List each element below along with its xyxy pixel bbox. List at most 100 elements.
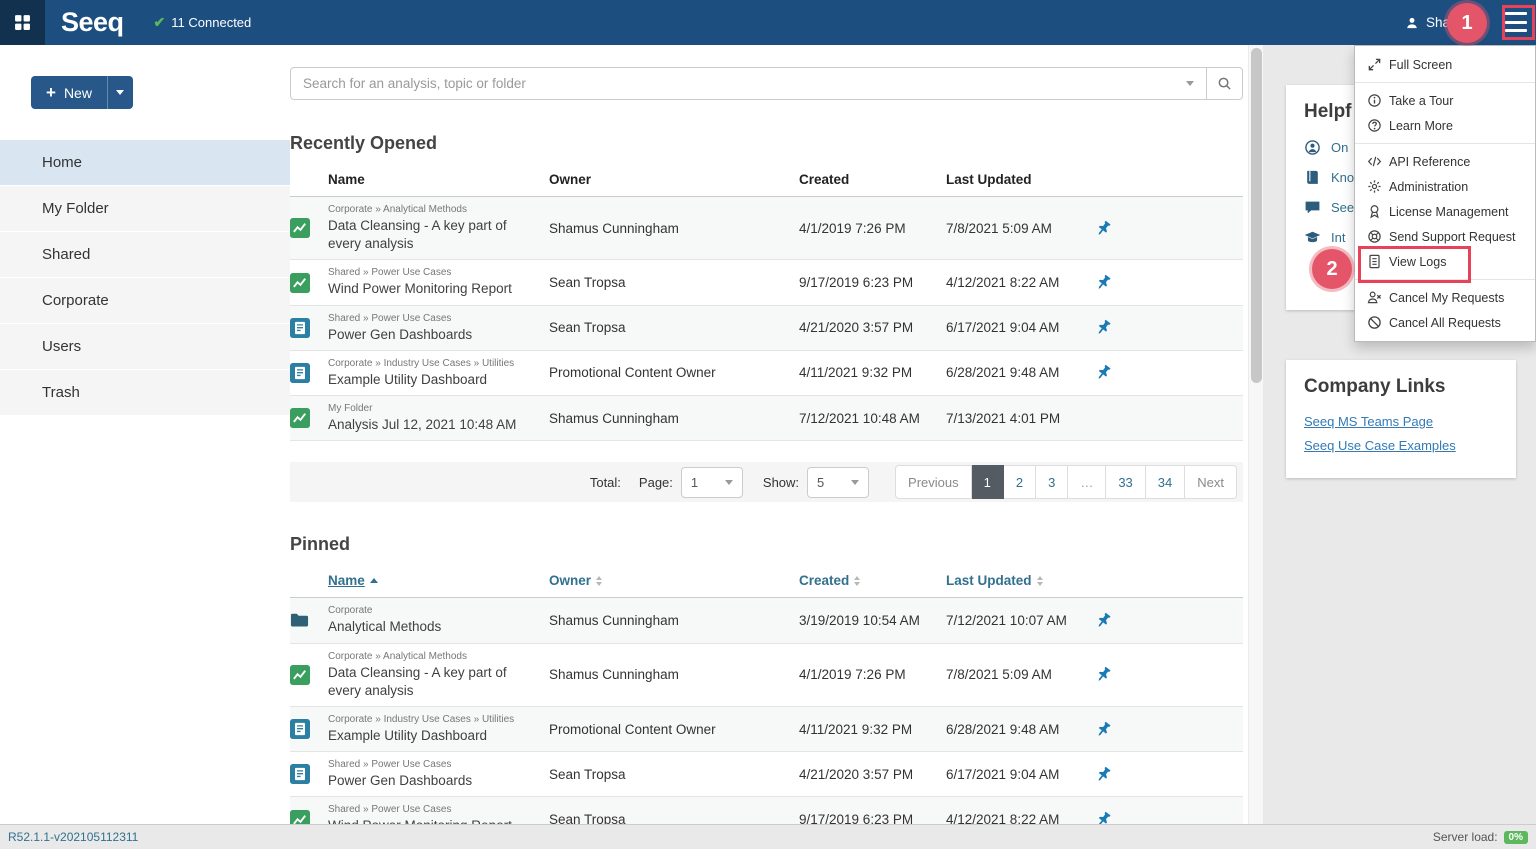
menu-item-cancel-my-requests[interactable]: Cancel My Requests [1355,285,1535,310]
menu-item-administration[interactable]: Administration [1355,174,1535,199]
life-ring-icon [1367,229,1382,244]
breadcrumb: Corporate » Industry Use Cases » Utiliti… [328,713,539,727]
table-row[interactable]: CorporateAnalytical Methods Shamus Cunni… [290,598,1243,643]
table-row[interactable]: Corporate » Analytical MethodsData Clean… [290,644,1243,707]
menu-item-learn-more[interactable]: Learn More [1355,113,1535,138]
company-link-teams[interactable]: Seeq MS Teams Page [1304,414,1498,429]
column-created-sort[interactable]: Created [799,573,946,588]
table-row[interactable]: Shared » Power Use CasesWind Power Monit… [290,260,1243,305]
column-owner-sort[interactable]: Owner [549,573,799,588]
page-button-1[interactable]: 1 [972,465,1004,499]
page-select[interactable]: 1 [681,467,743,498]
company-link-use-cases[interactable]: Seeq Use Case Examples [1304,438,1498,453]
recently-opened-title: Recently Opened [290,133,1248,154]
pin-icon[interactable] [1095,364,1112,381]
scrollbar-thumb[interactable] [1251,48,1262,383]
pin-icon[interactable] [1095,811,1112,824]
chevron-down-icon [851,480,859,485]
menu-item-license-management[interactable]: License Management [1355,199,1535,224]
item-name[interactable]: Example Utility Dashboard [328,727,539,745]
menu-item-take-a-tour[interactable]: Take a Tour [1355,88,1535,113]
chevron-down-icon[interactable] [1186,81,1194,86]
plus-icon: + [46,84,56,101]
fullscreen-icon [1367,57,1382,72]
previous-page-button[interactable]: Previous [895,465,972,499]
menu-item-view-logs[interactable]: View Logs [1355,249,1535,274]
next-page-button[interactable]: Next [1185,465,1237,499]
column-name-sort[interactable]: Name [328,573,549,588]
sort-icon [1037,576,1043,586]
row-owner: Shamus Cunningham [549,221,799,236]
column-updated-sort[interactable]: Last Updated [946,573,1095,588]
item-name[interactable]: Wind Power Monitoring Report [328,280,539,298]
pin-icon[interactable] [1095,612,1112,629]
column-updated: Last Updated [946,172,1095,187]
connection-status[interactable]: ✔ 11 Connected [154,14,252,31]
menu-item-full-screen[interactable]: Full Screen [1355,52,1535,77]
table-row[interactable]: Corporate » Industry Use Cases » Utiliti… [290,351,1243,396]
pin-icon[interactable] [1095,666,1112,683]
search-input[interactable] [290,67,1207,100]
page-button-34[interactable]: 34 [1146,465,1185,499]
new-button[interactable]: +New [31,76,133,109]
row-updated: 6/17/2021 9:04 AM [946,767,1095,782]
item-name[interactable]: Data Cleansing - A key part of every ana… [328,217,539,253]
analysis-icon [290,273,310,293]
search-button[interactable] [1207,67,1243,100]
onboarding-icon [1304,139,1321,156]
table-row[interactable]: Corporate » Industry Use Cases » Utiliti… [290,707,1243,752]
page-button-33[interactable]: 33 [1106,465,1145,499]
sidebar-item-shared[interactable]: Shared [0,232,290,277]
item-name[interactable]: Power Gen Dashboards [328,772,539,790]
breadcrumb: Corporate » Analytical Methods [328,203,539,217]
breadcrumb: Corporate » Analytical Methods [328,650,539,664]
pin-icon[interactable] [1095,220,1112,237]
pin-icon[interactable] [1095,766,1112,783]
apps-grid-button[interactable] [0,0,45,45]
sort-asc-icon [370,578,378,583]
table-row[interactable]: Shared » Power Use CasesPower Gen Dashbo… [290,306,1243,351]
search-bar [290,67,1243,100]
sidebar-nav: Home My Folder Shared Corporate Users Tr… [0,140,290,416]
sidebar-item-trash[interactable]: Trash [0,370,290,415]
pagination-bar: Total: Page: 1 Show: 5 Previous 1 2 3 … … [290,462,1243,502]
page-button-3[interactable]: 3 [1036,465,1068,499]
item-name[interactable]: Wind Power Monitoring Report [328,817,539,824]
breadcrumb: Shared » Power Use Cases [328,803,539,817]
info-icon [1367,93,1382,108]
sidebar-item-my-folder[interactable]: My Folder [0,186,290,231]
table-row[interactable]: Corporate » Analytical MethodsData Clean… [290,197,1243,260]
item-name[interactable]: Power Gen Dashboards [328,326,539,344]
row-owner: Sean Tropsa [549,812,799,824]
menu-item-cancel-all-requests[interactable]: Cancel All Requests [1355,310,1535,335]
new-button-dropdown[interactable] [107,76,133,109]
item-name[interactable]: Data Cleansing - A key part of every ana… [328,664,539,700]
pin-icon[interactable] [1095,274,1112,291]
sidebar-item-home[interactable]: Home [0,140,290,185]
item-name[interactable]: Analysis Jul 12, 2021 10:48 AM [328,416,539,434]
page-button-2[interactable]: 2 [1004,465,1036,499]
scrollbar-track[interactable] [1248,45,1263,824]
item-name[interactable]: Analytical Methods [328,618,539,636]
sort-icon [854,576,860,586]
menu-item-api-reference[interactable]: API Reference [1355,149,1535,174]
question-icon [1367,118,1382,133]
seeq-logo: Seeq [61,7,124,38]
chevron-down-icon [116,90,124,95]
pin-icon[interactable] [1095,721,1112,738]
show-select[interactable]: 5 [807,467,869,498]
table-row[interactable]: Shared » Power Use CasesWind Power Monit… [290,797,1243,824]
check-icon: ✔ [154,14,166,31]
logs-icon [1367,254,1382,269]
breadcrumb: My Folder [328,402,539,416]
table-row[interactable]: My FolderAnalysis Jul 12, 2021 10:48 AM … [290,396,1243,441]
left-sidebar: +New Home My Folder Shared Corporate Use… [0,45,290,824]
table-row[interactable]: Shared » Power Use CasesPower Gen Dashbo… [290,752,1243,797]
menu-item-send-support-request[interactable]: Send Support Request [1355,224,1535,249]
annotation-badge-step1: 1 [1447,3,1487,43]
pin-icon[interactable] [1095,319,1112,336]
sidebar-item-corporate[interactable]: Corporate [0,278,290,323]
item-name[interactable]: Example Utility Dashboard [328,371,539,389]
user-menu[interactable]: Sha [1405,0,1450,45]
sidebar-item-users[interactable]: Users [0,324,290,369]
